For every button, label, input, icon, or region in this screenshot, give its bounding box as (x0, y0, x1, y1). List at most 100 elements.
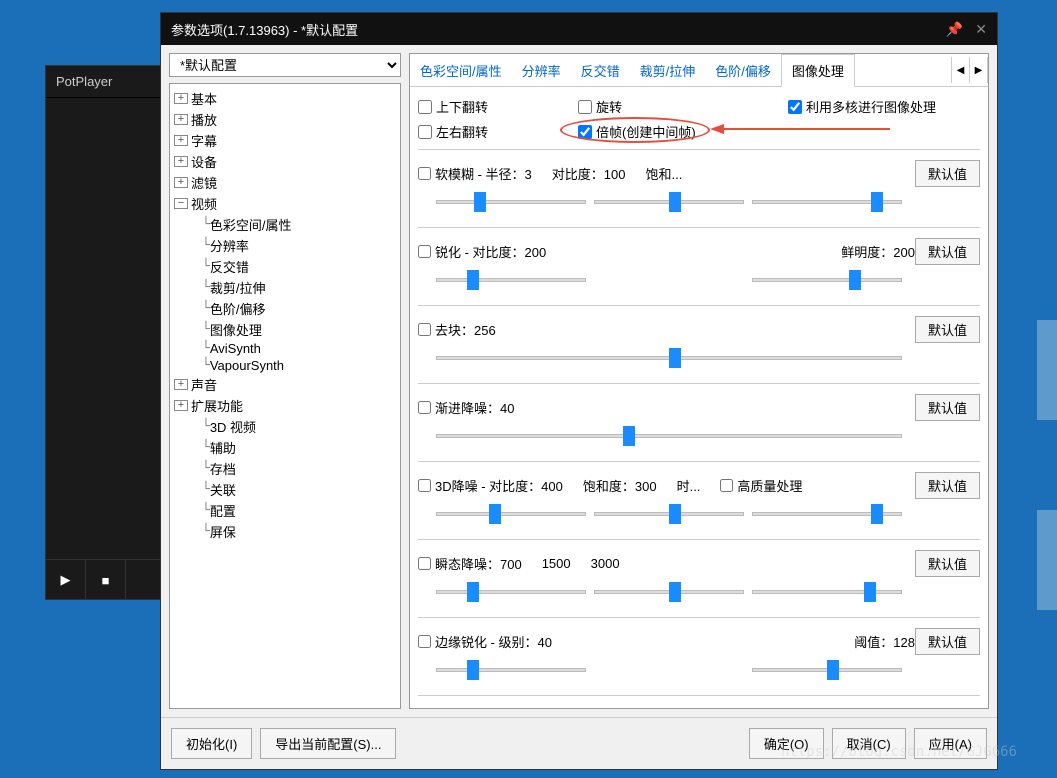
prog-denoise-checkbox[interactable] (418, 401, 431, 414)
double-frame-checkbox[interactable]: 倍帧(创建中间帧) (578, 122, 758, 141)
tree-toggle-icon[interactable]: + (174, 135, 188, 146)
play-button[interactable]: ▶ (46, 560, 86, 600)
transient-slider-1[interactable] (594, 581, 744, 603)
tree-item-1[interactable]: +播放 (170, 109, 400, 130)
sharpen-checkbox[interactable] (418, 245, 431, 258)
tab-色彩空间/属性[interactable]: 色彩空间/属性 (410, 55, 512, 86)
tree-toggle-icon[interactable]: + (174, 93, 188, 104)
edge-sharpen-slider-0[interactable] (436, 659, 586, 681)
settings-tree[interactable]: +基本+播放+字幕+设备+滤镜−视频└ 色彩空间/属性└ 分辨率└ 反交错└ 裁… (169, 83, 401, 709)
edge-sharpen-default-button[interactable]: 默认值 (915, 628, 980, 655)
tabs: 色彩空间/属性分辨率反交错裁剪/拉伸色阶/偏移图像处理 ◀ ▶ (410, 54, 988, 87)
sidebar: *默认配置 +基本+播放+字幕+设备+滤镜−视频└ 色彩空间/属性└ 分辨率└ … (169, 53, 401, 709)
tree-item-20[interactable]: └ 配置 (170, 500, 400, 521)
tree-item-5[interactable]: −视频 (170, 193, 400, 214)
section-3d-denoise: 3D降噪 - 对比度：400饱和度：300时...高质量处理默认值 (418, 461, 980, 531)
potplayer-title: PotPlayer (46, 66, 174, 98)
apply-button[interactable]: 应用(A) (914, 728, 987, 759)
tab-分辨率[interactable]: 分辨率 (512, 55, 571, 86)
sharpen-slider-2[interactable] (752, 269, 902, 291)
transient-default-button[interactable]: 默认值 (915, 550, 980, 577)
rotate-checkbox[interactable]: 旋转 (578, 97, 758, 116)
deblock-default-button[interactable]: 默认值 (915, 316, 980, 343)
transient-slider-0[interactable] (436, 581, 586, 603)
tree-toggle-icon[interactable]: + (174, 177, 188, 188)
tree-item-16[interactable]: └ 3D 视频 (170, 416, 400, 437)
tab-prev-icon[interactable]: ◀ (952, 57, 970, 83)
soft-blur-default-button[interactable]: 默认值 (915, 160, 980, 187)
tab-反交错[interactable]: 反交错 (571, 55, 630, 86)
ok-button[interactable]: 确定(O) (749, 728, 824, 759)
pin-icon[interactable]: 📌 (946, 21, 963, 38)
tree-item-3[interactable]: +设备 (170, 151, 400, 172)
3d-denoise-hq-checkbox[interactable] (720, 479, 733, 492)
3d-denoise-slider-0[interactable] (436, 503, 586, 525)
tree-item-0[interactable]: +基本 (170, 88, 400, 109)
tab-next-icon[interactable]: ▶ (970, 57, 988, 83)
sharpen-slider-0[interactable] (436, 269, 586, 291)
section-deblock: 去块：256默认值 (418, 305, 980, 375)
soft-blur-slider-0[interactable] (436, 191, 586, 213)
tree-item-14[interactable]: +声音 (170, 374, 400, 395)
section-transient: 瞬态降噪：70015003000默认值 (418, 539, 980, 609)
3d-denoise-slider-2[interactable] (752, 503, 902, 525)
multicore-checkbox[interactable]: 利用多核进行图像处理 (788, 97, 936, 116)
flip-horizontal-checkbox[interactable]: 左右翻转 (418, 122, 548, 141)
tree-item-19[interactable]: └ 关联 (170, 479, 400, 500)
soft-blur-slider-1[interactable] (594, 191, 744, 213)
tree-toggle-icon[interactable]: + (174, 400, 188, 411)
tree-toggle-icon[interactable]: + (174, 114, 188, 125)
desktop-edge-panel (1037, 510, 1057, 610)
tree-item-12[interactable]: └ AviSynth (170, 340, 400, 357)
edge-sharpen-slider-2[interactable] (752, 659, 902, 681)
dialog-footer: 初始化(I) 导出当前配置(S)... 确定(O) 取消(C) 应用(A) (161, 717, 997, 769)
tree-item-18[interactable]: └ 存档 (170, 458, 400, 479)
deblock-slider-0[interactable] (436, 347, 902, 369)
tree-item-2[interactable]: +字幕 (170, 130, 400, 151)
transient-slider-2[interactable] (752, 581, 902, 603)
prog-denoise-default-button[interactable]: 默认值 (915, 394, 980, 421)
tab-裁剪/拉伸[interactable]: 裁剪/拉伸 (630, 55, 706, 86)
export-button[interactable]: 导出当前配置(S)... (260, 728, 396, 759)
tree-item-13[interactable]: └ VapourSynth (170, 357, 400, 374)
transient-checkbox[interactable] (418, 557, 431, 570)
tree-toggle-icon[interactable]: + (174, 379, 188, 390)
soft-blur-slider-2[interactable] (752, 191, 902, 213)
profile-select[interactable]: *默认配置 (169, 53, 401, 77)
tree-toggle-icon[interactable]: − (174, 198, 188, 209)
tree-item-4[interactable]: +滤镜 (170, 172, 400, 193)
section-edge-sharpen: 边缘锐化 - 级别：40阈值：128默认值 (418, 617, 980, 687)
tree-item-9[interactable]: └ 裁剪/拉伸 (170, 277, 400, 298)
prog-denoise-slider-0[interactable] (436, 425, 902, 447)
tree-item-15[interactable]: +扩展功能 (170, 395, 400, 416)
dialog-titlebar: 参数选项(1.7.13963) - *默认配置 📌 ✕ (161, 13, 997, 45)
deblock-checkbox[interactable] (418, 323, 431, 336)
section-prog-denoise: 渐进降噪：40默认值 (418, 383, 980, 453)
tree-toggle-icon[interactable]: + (174, 156, 188, 167)
tree-item-11[interactable]: └ 图像处理 (170, 319, 400, 340)
edge-sharpen-checkbox[interactable] (418, 635, 431, 648)
soft-blur-checkbox[interactable] (418, 167, 431, 180)
tree-item-6[interactable]: └ 色彩空间/属性 (170, 214, 400, 235)
reset-button[interactable]: 初始化(I) (171, 728, 252, 759)
3d-denoise-slider-1[interactable] (594, 503, 744, 525)
3d-denoise-checkbox[interactable] (418, 479, 431, 492)
tab-content: 上下翻转 旋转 利用多核进行图像处理 左右翻转 倍帧(创建中间帧) 软模糊 - … (410, 87, 988, 708)
tree-item-21[interactable]: └ 屏保 (170, 521, 400, 542)
tab-图像处理[interactable]: 图像处理 (781, 54, 855, 87)
tab-色阶/偏移[interactable]: 色阶/偏移 (705, 55, 781, 86)
tree-item-17[interactable]: └ 辅助 (170, 437, 400, 458)
tree-item-8[interactable]: └ 反交错 (170, 256, 400, 277)
section-remove-block: 消色块 - 边界值：1.5半径：16 (418, 695, 980, 708)
flip-vertical-checkbox[interactable]: 上下翻转 (418, 97, 548, 116)
main-panel: 色彩空间/属性分辨率反交错裁剪/拉伸色阶/偏移图像处理 ◀ ▶ 上下翻转 旋转 … (409, 53, 989, 709)
stop-button[interactable]: ■ (86, 560, 126, 600)
tree-item-10[interactable]: └ 色阶/偏移 (170, 298, 400, 319)
section-sharpen: 锐化 - 对比度：200鲜明度：200默认值 (418, 227, 980, 297)
cancel-button[interactable]: 取消(C) (832, 728, 906, 759)
tree-item-7[interactable]: └ 分辨率 (170, 235, 400, 256)
close-icon[interactable]: ✕ (975, 21, 987, 38)
3d-denoise-default-button[interactable]: 默认值 (915, 472, 980, 499)
sharpen-default-button[interactable]: 默认值 (915, 238, 980, 265)
potplayer-main-window: PotPlayer ▶ ■ (45, 65, 175, 600)
